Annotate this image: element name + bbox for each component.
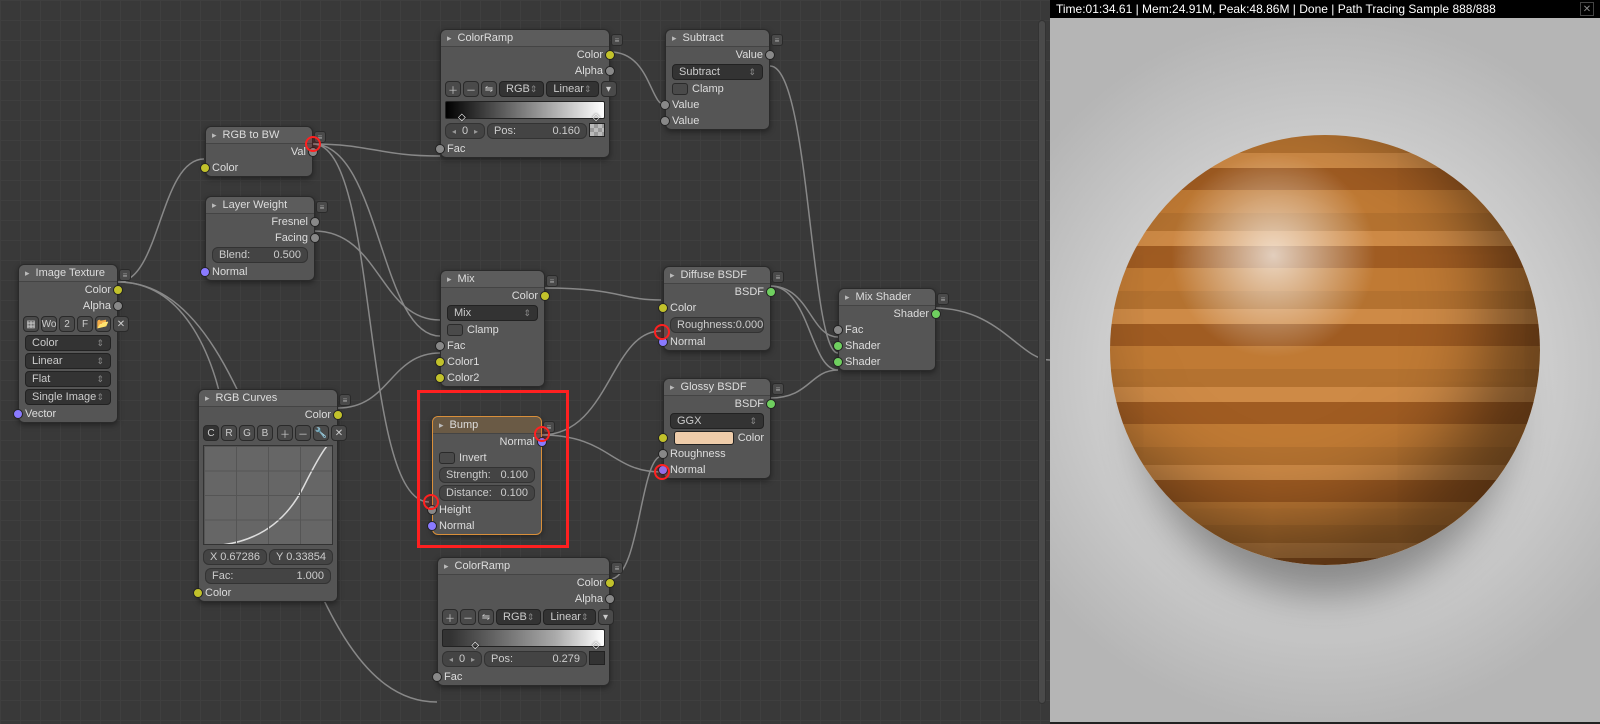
node-colorramp-2[interactable]: ColorRamp≡ Color Alpha ＋－⇋ RGB Linear ▾ … [437,557,610,686]
rendered-sphere [1110,135,1540,565]
strength-field[interactable]: Strength:0.100 [439,467,535,483]
node-colorramp-1[interactable]: ColorRamp≡ Color Alpha ＋ － ⇋ RGB Linear … [440,29,610,158]
color-ramp-widget[interactable] [442,629,605,647]
node-header[interactable]: Image Texture≡ [19,265,117,282]
blend-field[interactable]: Blend:0.500 [212,247,308,263]
image-name[interactable]: Wo [41,316,57,332]
node-bump[interactable]: Bump≡ Normal Invert Strength:0.100 Dista… [432,416,542,535]
node-image-texture[interactable]: Image Texture≡ Color Alpha ▦ Wo 2 F 📂 ✕ … [18,264,118,423]
node-rgb-to-bw[interactable]: RGB to BW≡ Val Color [205,126,313,177]
clamp-checkbox[interactable] [672,83,688,95]
node-layer-weight[interactable]: Layer Weight≡ Fresnel Facing Blend:0.500… [205,196,315,281]
fake-user-btn[interactable]: F [77,316,93,332]
interpolation-dropdown[interactable]: Linear [25,353,111,369]
chevron-down-icon[interactable]: ▾ [601,81,617,97]
colorspace-dropdown[interactable]: Color [25,335,111,351]
curve-tab-b[interactable]: B [257,425,273,441]
ramp-flip-icon[interactable]: ⇋ [481,81,497,97]
distribution-dropdown[interactable]: GGX [670,413,764,429]
source-dropdown[interactable]: Single Image [25,389,111,405]
zoom-in-icon[interactable]: ＋ [277,425,293,441]
curve-x-field[interactable]: X0.67286 [203,549,267,565]
curve-tab-g[interactable]: G [239,425,255,441]
users-btn[interactable]: 2 [59,316,75,332]
ramp-mode-dropdown[interactable]: RGB [499,81,544,97]
curve-editor[interactable] [203,445,333,545]
node-subtract[interactable]: Subtract≡ Value Subtract Clamp Value Val… [665,29,770,130]
ramp-pos-field[interactable]: Pos:0.160 [487,123,587,139]
curve-y-field[interactable]: Y0.33854 [269,549,333,565]
menu-icon[interactable]: ≡ [119,269,131,281]
curve-fac-field[interactable]: Fac:1.000 [205,568,331,584]
roughness-field[interactable]: Roughness:0.000 [670,317,764,333]
distance-field[interactable]: Distance:0.100 [439,485,535,501]
color-ramp-widget[interactable] [445,101,605,119]
blend-type-dropdown[interactable]: Mix [447,305,538,321]
color-swatch[interactable] [674,431,734,445]
clamp-checkbox[interactable] [447,324,463,336]
curve-tab-r[interactable]: R [221,425,237,441]
math-op-dropdown[interactable]: Subtract [672,64,763,80]
render-viewport[interactable] [1050,18,1600,722]
reset-icon[interactable]: ✕ [331,425,347,441]
curve-tab-c[interactable]: C [203,425,219,441]
ramp-interp-dropdown[interactable]: Linear [546,81,598,97]
node-mix-shader[interactable]: Mix Shader≡ Shader Fac Shader Shader [838,288,936,371]
scrollbar[interactable] [1038,20,1046,704]
ramp-color-swatch[interactable] [589,123,605,137]
projection-dropdown[interactable]: Flat [25,371,111,387]
node-glossy-bsdf[interactable]: Glossy BSDF≡ BSDF GGX Color Roughness No… [663,378,771,479]
render-status-bar: Time:01:34.61 | Mem:24.91M, Peak:48.86M … [1050,0,1600,18]
image-icon[interactable]: ▦ [23,316,39,332]
node-rgb-curves[interactable]: RGB Curves≡ Color C R G B ＋ － 🔧 ✕ X0.672… [198,389,338,602]
unlink-icon[interactable]: ✕ [113,316,129,332]
ramp-index-field[interactable]: 0 [445,123,485,139]
zoom-out-icon[interactable]: － [295,425,311,441]
open-icon[interactable]: 📂 [95,316,111,332]
render-preview-panel: Time:01:34.61 | Mem:24.91M, Peak:48.86M … [1050,0,1600,724]
tools-icon[interactable]: 🔧 [313,425,329,441]
ramp-del-icon[interactable]: － [463,81,479,97]
invert-checkbox[interactable] [439,452,455,464]
ramp-add-icon[interactable]: ＋ [445,81,461,97]
node-diffuse-bsdf[interactable]: Diffuse BSDF≡ BSDF Color Roughness:0.000… [663,266,771,351]
node-mix[interactable]: Mix≡ Color Mix Clamp Fac Color1 Color2 [440,270,545,387]
close-icon[interactable]: ✕ [1580,2,1594,16]
